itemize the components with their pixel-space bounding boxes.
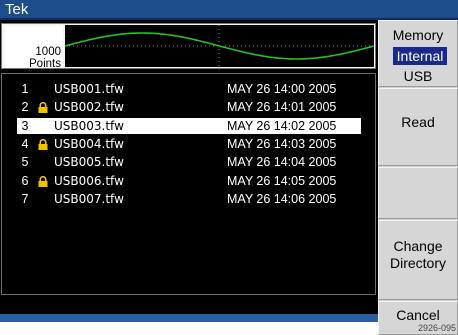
waveform-display [64,25,374,67]
file-index: 6 [21,173,29,188]
file-name: USB001.tfw [54,82,124,96]
main-screen: 1000 Points 1 USB001.tfw MAY 26 14:00 2005… [0,20,378,314]
file-date: MAY 26 14:05 2005 [227,173,337,188]
file-row[interactable]: 5 USB005.tfw MAY 26 14:04 2005 [17,154,361,170]
read-softkey[interactable]: Read [378,88,458,166]
title-bar: Tek [0,0,458,20]
list-scrollbar[interactable] [362,76,374,292]
status-strip [0,314,378,322]
file-name: USB005.tfw [54,155,124,170]
waveform-svg [64,25,374,67]
file-date: MAY 26 14:06 2005 [227,191,337,206]
change-directory-label: Change Directory [379,238,457,272]
memory-option-internal[interactable]: Internal [393,47,447,65]
file-name: USB002.tfw [54,100,124,115]
file-date: MAY 26 14:03 2005 [227,136,337,151]
lock-icon [38,138,48,150]
file-date: MAY 26 14:01 2005 [227,100,337,115]
empty-softkey[interactable] [378,167,458,219]
file-name: USB004.tfw [54,136,124,151]
memory-softkey[interactable]: Memory Internal USB [378,20,458,87]
change-directory-line-2: Directory [389,255,446,271]
change-directory-line-1: Change [393,238,443,254]
memory-option-usb[interactable]: USB [379,68,457,85]
file-row[interactable]: 3 USB003.tfw MAY 26 14:02 2005 [17,117,361,134]
points-unit: Points [29,58,61,70]
file-date: MAY 26 14:02 2005 [227,118,337,133]
file-index: 1 [21,82,29,96]
cancel-label: Cancel [396,307,440,323]
file-row[interactable]: 4 USB004.tfw MAY 26 14:03 2005 [17,136,361,152]
change-directory-softkey[interactable]: Change Directory [378,220,458,300]
file-name: USB003.tfw [54,118,124,133]
file-index: 4 [21,136,29,151]
file-index: 2 [21,100,29,115]
memory-label: Memory [392,27,444,43]
waveform-trace [64,32,374,60]
file-name: USB007.tfw [54,191,124,206]
file-row[interactable]: 2 USB002.tfw MAY 26 14:01 2005 [17,99,361,115]
lock-icon [38,102,48,114]
points-value: 1000 [35,46,61,58]
file-list[interactable]: 1 USB001.tfw MAY 26 14:00 2005 2 USB002.tfw M… [1,73,376,295]
file-row[interactable]: 6 USB006.tfw MAY 26 14:05 2005 [17,173,361,189]
softkey-panel: Memory Internal USB Read Change Director… [378,20,458,335]
file-name: USB006.tfw [54,173,124,188]
file-index: 3 [21,118,29,133]
file-index: 7 [21,191,29,206]
read-label: Read [401,114,435,130]
file-date: MAY 26 14:00 2005 [227,82,337,96]
figure-id: 2926-095 [417,323,456,333]
waveform-preview-panel: 1000 Points [1,23,376,70]
app-title: Tek [5,1,29,18]
lock-icon [38,175,48,187]
points-label-box: 1000 Points [5,26,63,70]
file-row[interactable]: 7 USB007.tfw MAY 26 14:06 2005 [17,191,361,207]
file-date: MAY 26 14:04 2005 [227,155,337,170]
file-index: 5 [21,155,29,170]
file-row[interactable]: 1 USB001.tfw MAY 26 14:00 2005 [17,81,361,97]
